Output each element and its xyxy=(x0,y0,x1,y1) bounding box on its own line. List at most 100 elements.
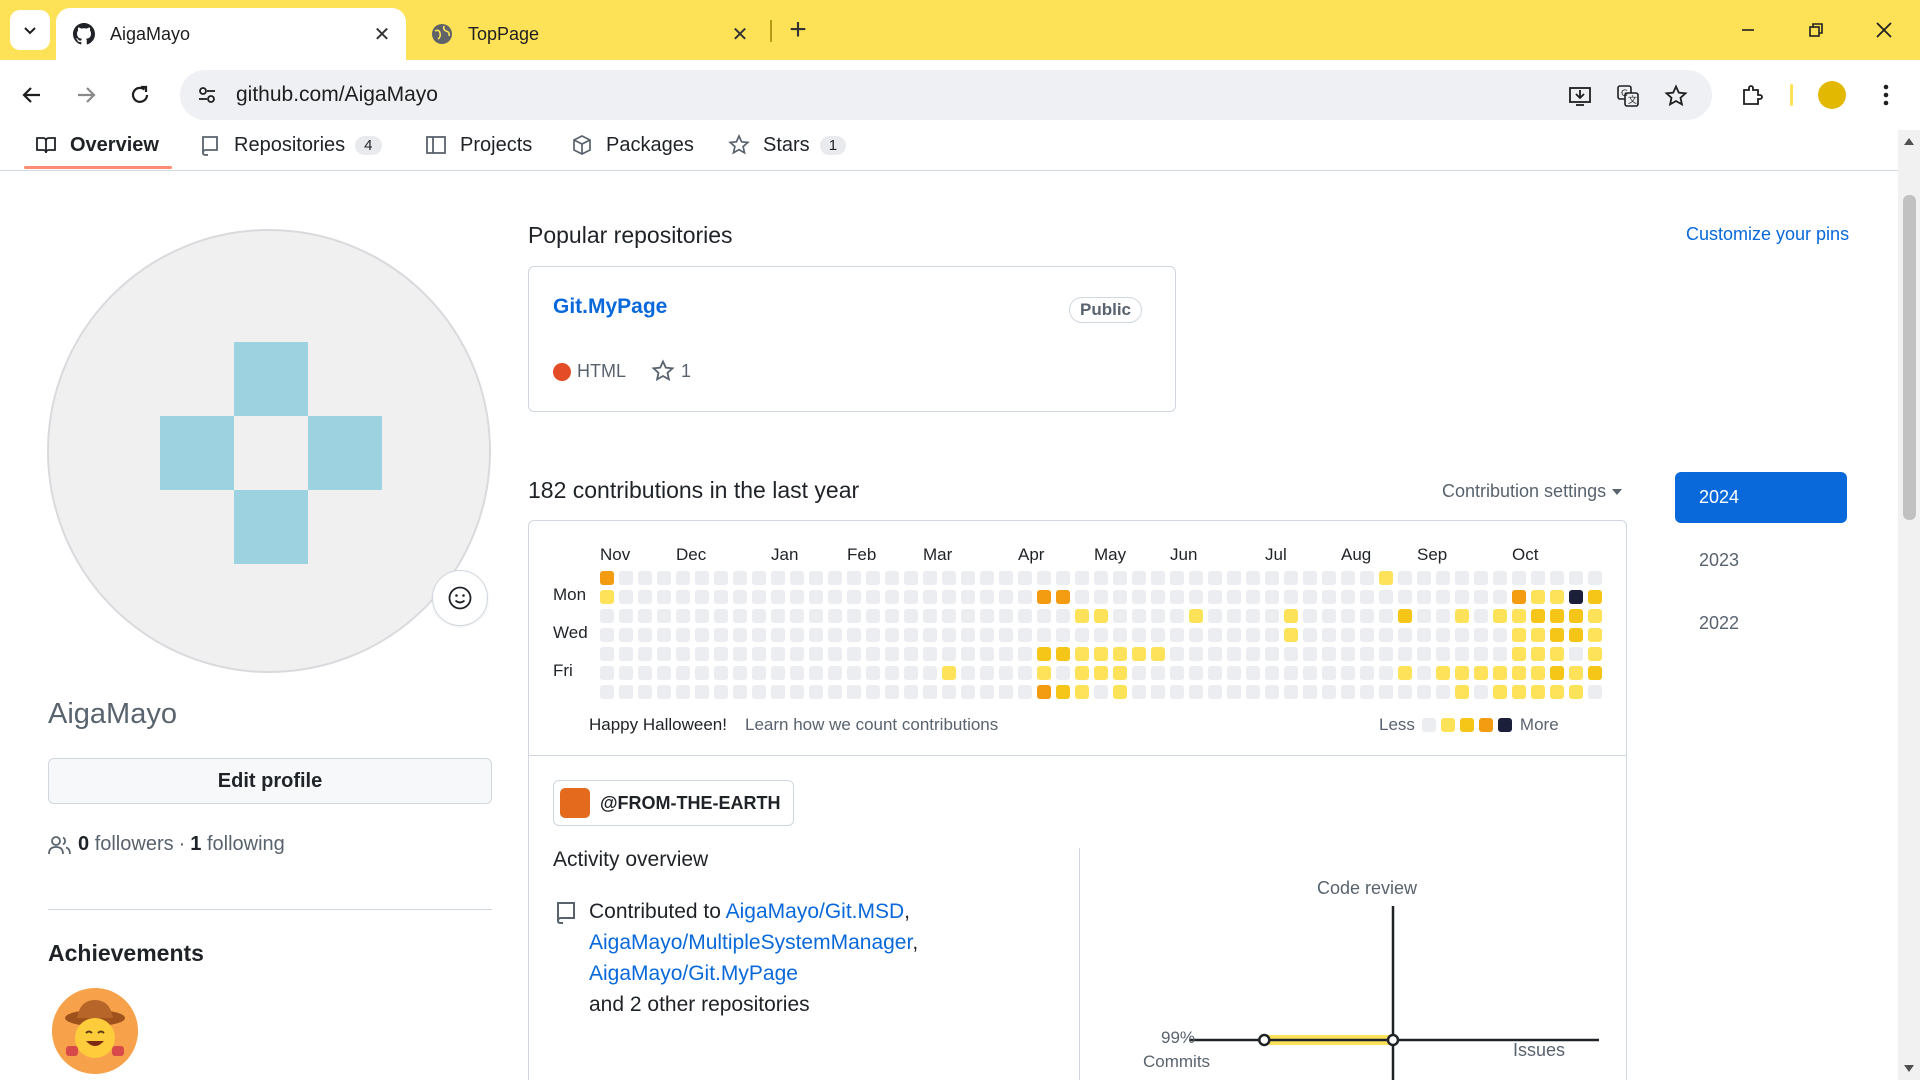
contribution-day-cell[interactable] xyxy=(1588,609,1602,623)
contribution-day-cell[interactable] xyxy=(790,666,804,680)
contribution-day-cell[interactable] xyxy=(1322,590,1336,604)
contribution-day-cell[interactable] xyxy=(1246,609,1260,623)
close-window-button[interactable] xyxy=(1860,10,1908,50)
contribution-day-cell[interactable] xyxy=(1265,647,1279,661)
contribution-day-cell[interactable] xyxy=(885,571,899,585)
contribution-day-cell[interactable] xyxy=(1037,571,1051,585)
contribution-day-cell[interactable] xyxy=(1417,609,1431,623)
contribution-day-cell[interactable] xyxy=(923,590,937,604)
contribution-day-cell[interactable] xyxy=(1360,609,1374,623)
contribution-day-cell[interactable] xyxy=(1341,666,1355,680)
contribution-day-cell[interactable] xyxy=(980,590,994,604)
forward-button[interactable] xyxy=(68,77,104,113)
contribution-day-cell[interactable] xyxy=(961,609,975,623)
contribution-day-cell[interactable] xyxy=(1018,609,1032,623)
contribution-day-cell[interactable] xyxy=(1227,590,1241,604)
contribution-day-cell[interactable] xyxy=(1531,647,1545,661)
contribution-day-cell[interactable] xyxy=(1417,666,1431,680)
contribution-day-cell[interactable] xyxy=(942,666,956,680)
minimize-button[interactable] xyxy=(1724,10,1772,50)
contribution-day-cell[interactable] xyxy=(961,628,975,642)
reload-button[interactable] xyxy=(122,77,158,113)
contribution-day-cell[interactable] xyxy=(1132,571,1146,585)
bookmark-star-icon[interactable] xyxy=(1662,82,1690,110)
contribution-day-cell[interactable] xyxy=(904,666,918,680)
contribution-day-cell[interactable] xyxy=(1113,666,1127,680)
contribution-day-cell[interactable] xyxy=(790,685,804,699)
contribution-day-cell[interactable] xyxy=(1265,685,1279,699)
contribution-day-cell[interactable] xyxy=(1113,590,1127,604)
contribution-day-cell[interactable] xyxy=(980,666,994,680)
contribution-day-cell[interactable] xyxy=(1151,647,1165,661)
contribution-day-cell[interactable] xyxy=(695,647,709,661)
contribution-day-cell[interactable] xyxy=(657,571,671,585)
contribution-day-cell[interactable] xyxy=(600,590,614,604)
contribution-day-cell[interactable] xyxy=(695,666,709,680)
contribution-day-cell[interactable] xyxy=(1208,590,1222,604)
contribution-day-cell[interactable] xyxy=(1056,590,1070,604)
contribution-day-cell[interactable] xyxy=(752,666,766,680)
contribution-day-cell[interactable] xyxy=(1227,609,1241,623)
contribution-day-cell[interactable] xyxy=(1341,685,1355,699)
contribution-day-cell[interactable] xyxy=(1113,685,1127,699)
contribution-day-cell[interactable] xyxy=(676,666,690,680)
contribution-day-cell[interactable] xyxy=(866,685,880,699)
profile-avatar-button[interactable] xyxy=(1814,77,1850,113)
contribution-day-cell[interactable] xyxy=(676,647,690,661)
contribution-day-cell[interactable] xyxy=(638,609,652,623)
contribution-day-cell[interactable] xyxy=(942,628,956,642)
repo-link[interactable]: AigaMayo/Git.MyPage xyxy=(589,962,798,985)
contribution-day-cell[interactable] xyxy=(1303,590,1317,604)
contribution-day-cell[interactable] xyxy=(961,647,975,661)
contribution-day-cell[interactable] xyxy=(1303,666,1317,680)
pinned-repo-link[interactable]: Git.MyPage xyxy=(553,295,667,319)
contribution-day-cell[interactable] xyxy=(714,571,728,585)
translate-icon[interactable]: G文 xyxy=(1614,82,1642,110)
contribution-day-cell[interactable] xyxy=(657,628,671,642)
contribution-day-cell[interactable] xyxy=(752,647,766,661)
contribution-day-cell[interactable] xyxy=(676,590,690,604)
contribution-day-cell[interactable] xyxy=(619,647,633,661)
contribution-day-cell[interactable] xyxy=(752,571,766,585)
contribution-day-cell[interactable] xyxy=(1531,571,1545,585)
scroll-down-arrow[interactable] xyxy=(1904,1065,1914,1072)
contribution-day-cell[interactable] xyxy=(1056,571,1070,585)
contribution-day-cell[interactable] xyxy=(809,571,823,585)
contribution-day-cell[interactable] xyxy=(619,666,633,680)
contribution-day-cell[interactable] xyxy=(1284,628,1298,642)
contribution-day-cell[interactable] xyxy=(961,685,975,699)
contribution-day-cell[interactable] xyxy=(866,571,880,585)
star-icon[interactable] xyxy=(651,359,675,383)
contribution-day-cell[interactable] xyxy=(638,571,652,585)
contribution-day-cell[interactable] xyxy=(771,685,785,699)
contribution-day-cell[interactable] xyxy=(1588,685,1602,699)
contribution-day-cell[interactable] xyxy=(1189,571,1203,585)
contribution-day-cell[interactable] xyxy=(714,685,728,699)
tab-search-button[interactable] xyxy=(10,10,50,50)
contribution-day-cell[interactable] xyxy=(1303,647,1317,661)
tab-repositories[interactable]: Repositories 4 xyxy=(198,130,382,168)
contribution-day-cell[interactable] xyxy=(1170,590,1184,604)
contribution-day-cell[interactable] xyxy=(1303,628,1317,642)
contribution-day-cell[interactable] xyxy=(1512,685,1526,699)
contribution-day-cell[interactable] xyxy=(1436,571,1450,585)
contribution-day-cell[interactable] xyxy=(923,666,937,680)
contribution-day-cell[interactable] xyxy=(1056,628,1070,642)
contribution-day-cell[interactable] xyxy=(1056,666,1070,680)
back-button[interactable] xyxy=(14,77,50,113)
contribution-day-cell[interactable] xyxy=(999,685,1013,699)
contribution-day-cell[interactable] xyxy=(771,647,785,661)
followers-link[interactable]: 0 followers xyxy=(78,833,174,856)
contribution-day-cell[interactable] xyxy=(885,647,899,661)
contribution-day-cell[interactable] xyxy=(1189,628,1203,642)
contribution-day-cell[interactable] xyxy=(904,590,918,604)
contribution-day-cell[interactable] xyxy=(1113,609,1127,623)
achievement-badge-yolo[interactable] xyxy=(52,988,138,1074)
contribution-day-cell[interactable] xyxy=(619,609,633,623)
contribution-day-cell[interactable] xyxy=(1284,571,1298,585)
contribution-day-cell[interactable] xyxy=(1493,666,1507,680)
contribution-day-cell[interactable] xyxy=(1151,666,1165,680)
contribution-day-cell[interactable] xyxy=(1474,685,1488,699)
contribution-day-cell[interactable] xyxy=(1303,609,1317,623)
contribution-day-cell[interactable] xyxy=(676,628,690,642)
